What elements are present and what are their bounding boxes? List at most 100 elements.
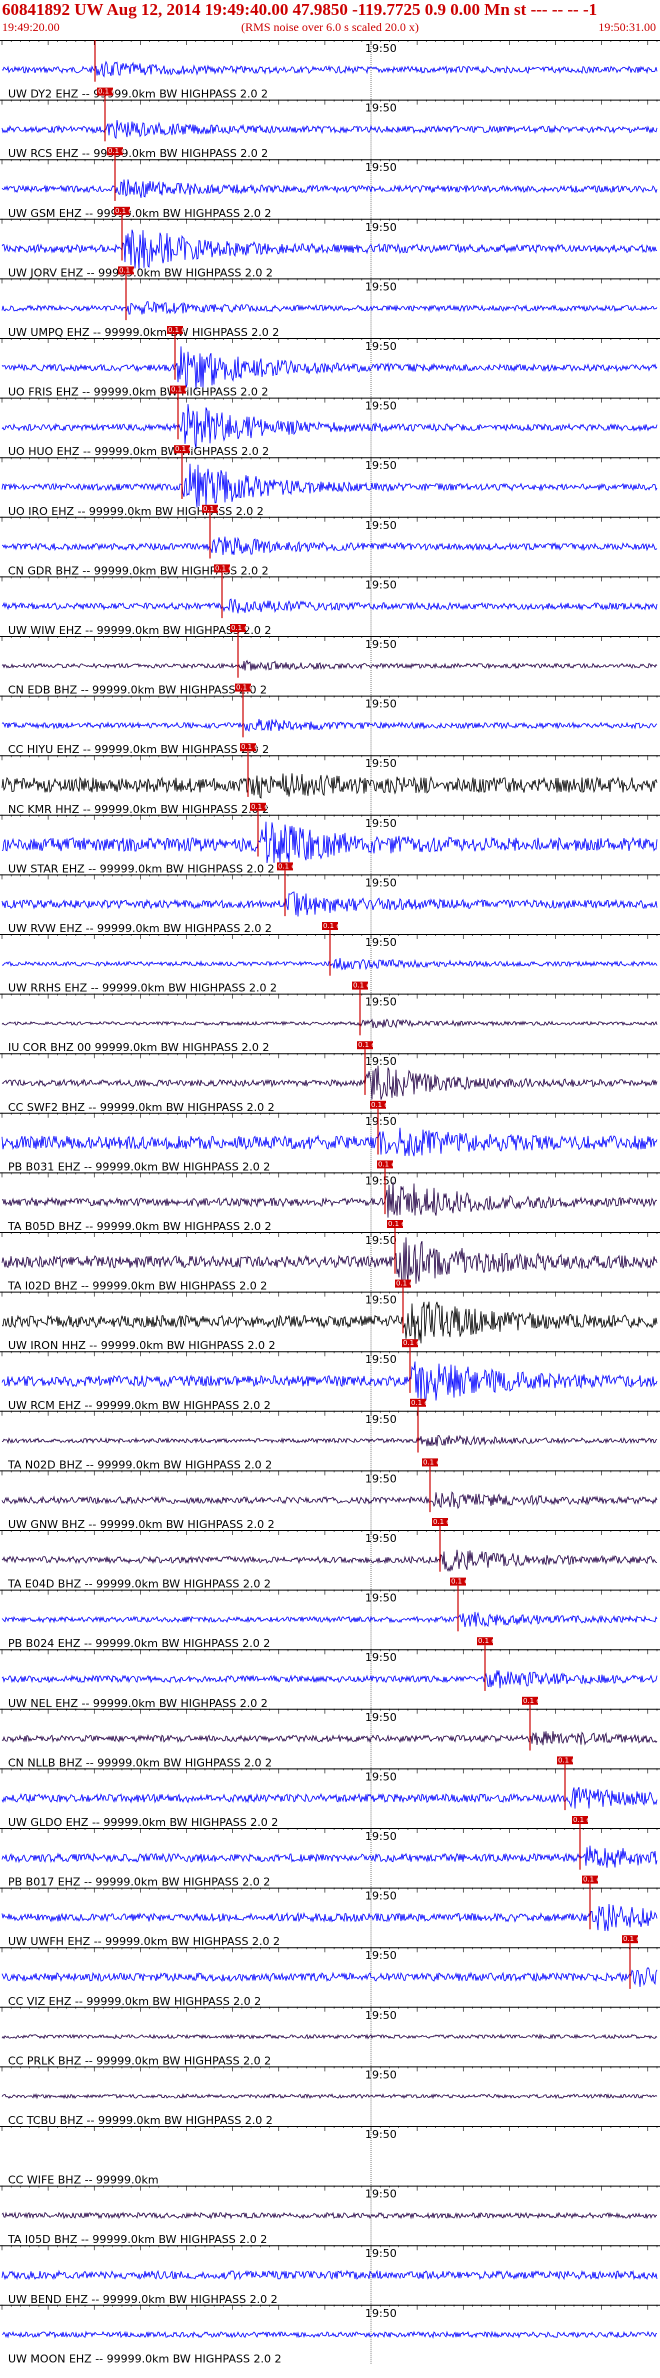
pick-label: 0.1 e bbox=[353, 982, 371, 990]
pick-label: 0.1 e bbox=[558, 1756, 576, 1764]
pick-label: 0.1 e bbox=[171, 386, 189, 394]
minute-label: 19:50 bbox=[365, 2307, 397, 2320]
trace-label: CN NLLB BHZ -- 99999.0km BW HIGHPASS 2.0… bbox=[8, 1756, 272, 1769]
minute-label: 19:50 bbox=[365, 757, 397, 770]
waveform-line bbox=[1, 2269, 658, 2281]
trace-label: CC PRLK BHZ -- 99999.0km BW HIGHPASS 2.0… bbox=[8, 2054, 271, 2067]
trace-label: UW GSM EHZ -- 99999.0km BW HIGHPASS 2.0 … bbox=[8, 207, 271, 220]
trace-label: CC SWF2 BHZ -- 99999.0km BW HIGHPASS 2.0… bbox=[8, 1101, 275, 1114]
minute-label: 19:50 bbox=[365, 1711, 397, 1724]
minute-label: 19:50 bbox=[365, 2128, 397, 2141]
minute-label: 19:50 bbox=[365, 2009, 397, 2022]
minute-label: 19:50 bbox=[365, 1115, 397, 1128]
trace-label: CC VIZ EHZ -- 99999.0km BW HIGHPASS 2.0 … bbox=[8, 1995, 261, 2008]
trace-label: UW RVW EHZ -- 99999.0km BW HIGHPASS 2.0 … bbox=[8, 922, 272, 935]
trace-label: UW RCS EHZ -- 99999.0km BW HIGHPASS 2.0 … bbox=[8, 147, 268, 160]
waveform-line bbox=[1, 1549, 658, 1572]
trace-label: TA N02D BHZ -- 99999.0km BW HIGHPASS 2.0… bbox=[7, 1458, 272, 1471]
trace-label: UW RRHS EHZ -- 99999.0km BW HIGHPASS 2.0… bbox=[8, 982, 277, 995]
waveform-line bbox=[1, 2093, 658, 2100]
minute-label: 19:50 bbox=[365, 2188, 397, 2201]
trace-label: CC TCBU BHZ -- 99999.0km BW HIGHPASS 2.0… bbox=[8, 2114, 273, 2127]
pick-label: 0.1 e bbox=[241, 743, 259, 751]
minute-label: 19:50 bbox=[365, 638, 397, 651]
minute-label: 19:50 bbox=[365, 1592, 397, 1605]
waveform-line bbox=[1, 404, 658, 449]
minute-label: 19:50 bbox=[365, 1234, 397, 1247]
pick-label: 0.1 e bbox=[115, 207, 133, 215]
trace-label: UW UMPQ EHZ -- 99999.0km BW HIGHPASS 2.0… bbox=[8, 326, 279, 339]
trace-panel: 19:50 CC PRLK BHZ -- 99999.0km BW HIGHPAS… bbox=[0, 2006, 660, 2067]
trace-label: CN EDB BHZ -- 99999.0km BW HIGHPASS 2.0 … bbox=[8, 684, 267, 697]
minute-label: 19:50 bbox=[365, 459, 397, 472]
waveform-line bbox=[1, 1361, 658, 1401]
pick-label: 0.1 e bbox=[583, 1876, 601, 1884]
waveform-line bbox=[1, 1611, 658, 1628]
pick-label: 0.1 e bbox=[396, 1280, 414, 1288]
minute-label: 19:50 bbox=[365, 2247, 397, 2260]
trace-label: UW RCM EHZ -- 99999.0km BW HIGHPASS 2.0 … bbox=[8, 1399, 271, 1412]
minute-label: 19:50 bbox=[365, 280, 397, 293]
minute-label: 19:50 bbox=[365, 2068, 397, 2081]
minute-label: 19:50 bbox=[365, 42, 397, 55]
trace-label: UW JORV EHZ -- 99999.0km BW HIGHPASS 2.0… bbox=[8, 266, 273, 279]
trace-label: UW DY2 EHZ -- 99999.0km BW HIGHPASS 2.0 … bbox=[8, 88, 268, 101]
minute-label: 19:50 bbox=[365, 1830, 397, 1843]
pick-label: 0.1 e bbox=[451, 1578, 469, 1586]
waveform-line bbox=[1, 1065, 658, 1100]
pick-label: 0.1 e bbox=[523, 1697, 541, 1705]
trace-label: UW STAR EHZ -- 99999.0km BW HIGHPASS 2.0… bbox=[8, 862, 274, 875]
waveform-line bbox=[1, 2211, 657, 2220]
minute-label: 19:50 bbox=[365, 578, 397, 591]
waveform-line bbox=[2, 598, 658, 614]
waveform-line bbox=[1, 1301, 658, 1344]
waveform-line bbox=[1, 718, 658, 732]
chart-header: 60841892 UW Aug 12, 2014 19:49:40.00 47.… bbox=[0, 0, 660, 40]
waveform-line bbox=[1, 891, 658, 917]
pick-label: 0.1 e bbox=[371, 1101, 389, 1109]
waveform-line bbox=[1, 60, 658, 78]
minute-label: 19:50 bbox=[365, 102, 397, 115]
trace-panel: 19:50 UW MOON EHZ -- 99999.0km BW HIGHPAS… bbox=[0, 2304, 660, 2365]
waveform-line bbox=[1, 179, 658, 198]
trace-label: UO FRIS EHZ -- 99999.0km BW HIGHPASS 2.0… bbox=[8, 386, 268, 399]
pick-label: 0.1 e bbox=[623, 1935, 641, 1943]
pick-label: 0.1 e bbox=[358, 1041, 376, 1049]
minute-label: 19:50 bbox=[365, 876, 397, 889]
trace-panel: 19:50 UW BEND EHZ -- 99999.0km BW HIGHPAS… bbox=[0, 2245, 660, 2306]
waveform-line bbox=[1, 821, 658, 864]
trace-label: UW GNW BHZ -- 99999.0km BW HIGHPASS 2.0 … bbox=[8, 1518, 275, 1531]
waveform-line bbox=[1, 1786, 658, 1809]
waveform-line bbox=[1, 1434, 658, 1447]
waveform-line bbox=[1, 2330, 658, 2339]
waveform-line bbox=[1, 2033, 658, 2040]
pick-label: 0.1 e bbox=[203, 505, 221, 513]
minute-label: 19:50 bbox=[365, 1055, 397, 1068]
pick-label: 0.1 e bbox=[215, 564, 233, 572]
waveform-line bbox=[1, 1903, 658, 1932]
minute-label: 19:50 bbox=[365, 1174, 397, 1187]
waveform-line bbox=[1, 301, 658, 315]
pick-label: 0.1 e bbox=[231, 624, 249, 632]
trace-label: TA B05D BHZ -- 99999.0km BW HIGHPASS 2.0… bbox=[7, 1220, 272, 1233]
minute-label: 19:50 bbox=[365, 400, 397, 413]
pick-label: 0.1 e bbox=[388, 1220, 406, 1228]
minute-label: 19:50 bbox=[365, 1532, 397, 1545]
waveform-line bbox=[1, 229, 658, 270]
minute-label: 19:50 bbox=[365, 519, 397, 532]
waveform-line bbox=[1, 1670, 658, 1689]
waveform-line bbox=[1, 1491, 658, 1510]
waveform-line bbox=[1, 536, 658, 556]
waveform-line bbox=[1, 1845, 658, 1868]
trace-label: UW GLDO EHZ -- 99999.0km BW HIGHPASS 2.0… bbox=[8, 1816, 278, 1829]
trace-label: PB B024 EHZ -- 99999.0km BW HIGHPASS 2.0… bbox=[8, 1637, 270, 1650]
minute-label: 19:50 bbox=[365, 1294, 397, 1307]
minute-label: 19:50 bbox=[365, 161, 397, 174]
pick-label: 0.1 e bbox=[423, 1458, 441, 1466]
waveform-line bbox=[1, 1731, 658, 1746]
pick-label: 0.1 e bbox=[411, 1399, 429, 1407]
waveform-line bbox=[1, 346, 658, 390]
trace-label: TA E04D BHZ -- 99999.0km BW HIGHPASS 2.0… bbox=[7, 1578, 271, 1591]
minute-label: 19:50 bbox=[365, 1890, 397, 1903]
waveform-line bbox=[1, 463, 658, 508]
